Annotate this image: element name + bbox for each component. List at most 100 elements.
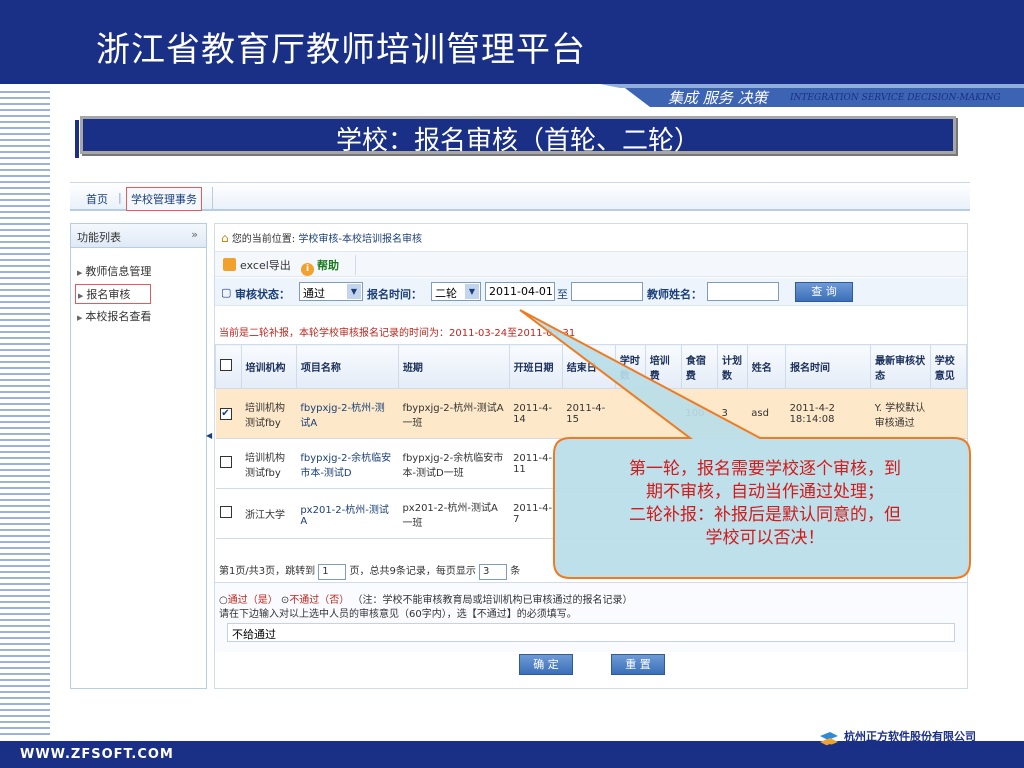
sidebar-header: 功能列表 » [71, 224, 206, 248]
main-content: ⌂ 您的当前位置: 学校审核-本校培训报名审核 excel导出 i 帮助 ▢ 审核… [214, 223, 968, 689]
breadcrumb-path[interactable]: 学校审核-本校培训报名审核 [298, 234, 422, 245]
opinion-input[interactable]: 不给通过 [227, 623, 955, 642]
row-select-cell [215, 438, 242, 489]
help-label: 帮助 [317, 259, 339, 272]
slogan-english: INTEGRATION SERVICE DECISION-MAKING [790, 93, 1001, 103]
cell-project[interactable]: fbypxjg-2-余杭临安市本-测试D [296, 438, 399, 489]
col-header: 姓名 [746, 344, 787, 389]
round-select[interactable]: 二轮 ▼ [431, 282, 481, 301]
cell-org: 培训机构测试fby [241, 438, 297, 489]
time-filter-label: 报名时间： [367, 288, 422, 301]
row-select-cell [215, 488, 242, 539]
arrow-right-icon: ▶ [77, 269, 83, 277]
company-name-cn: 杭州正方软件股份有限公司 [844, 730, 976, 743]
callout-line: 二轮补报：补报后是默认同意的，但 [629, 505, 901, 525]
cell-end: 2011-4-15 [562, 388, 616, 439]
table-header-row: 培训机构 项目名称 班期 开班日期 结束日 学时数 培训费 食宿费 计划数 姓名… [215, 344, 968, 389]
col-header: 最新审核状态 [870, 344, 931, 389]
review-options: ○通过（是） ⊙不通过（否） （注：学校不能审核教育局或培训机构已审核通过的报名… [219, 591, 633, 606]
footer-url: WWW.ZFSOFT.COM [20, 747, 174, 762]
tab-separator: | [118, 191, 122, 204]
cell-start: 2011-4-7 [509, 488, 563, 539]
subtitle-marker [75, 120, 79, 158]
review-panel: ○通过（是） ⊙不通过（否） （注：学校不能审核教育局或培训机构已审核通过的报名… [215, 582, 967, 652]
sidebar-toggle-icon[interactable]: ◀ [206, 431, 212, 440]
status-filter-label: 审核状态： [235, 288, 290, 301]
home-icon: ⌂ [221, 231, 229, 245]
col-header: 班期 [397, 344, 510, 389]
document-icon: ▢ [221, 286, 232, 299]
cell-hours [615, 388, 646, 439]
excel-export-button[interactable]: excel导出 [223, 257, 291, 273]
slide: 浙江省教育厅教师培训管理平台 集成 服务 决策 INTEGRATION SERV… [0, 0, 1024, 768]
review-instruction: 请在下边输入对以上选中人员的审核意见（60字内），选【不通过】的必须填写。 [219, 609, 577, 620]
sidebar: 功能列表 » ▶ 教师信息管理 ▶ 报名审核 ▶ 本校报名查看 [70, 223, 207, 689]
cell-status: Y. 学校默认审核通过 [870, 388, 931, 439]
select-all-header [215, 344, 242, 389]
pager: 第1页/共3页，跳转到 1 页，总共9条记录，每页显示 3 条 [219, 562, 520, 580]
per-page-input[interactable]: 3 [479, 564, 508, 580]
breadcrumb: ⌂ 您的当前位置: 学校审核-本校培训报名审核 [221, 230, 422, 245]
slide-subtitle: 学校：报名审核（首轮、二轮） [335, 126, 700, 156]
sidebar-title: 功能列表 [77, 231, 121, 244]
col-header: 培训机构 [240, 344, 297, 389]
cell-org: 培训机构测试fby [241, 388, 297, 439]
col-header: 报名时间 [785, 344, 872, 389]
confirm-button[interactable]: 确 定 [519, 654, 573, 675]
cell-class: fbypxjg-2-杭州-测试A一班 [398, 388, 510, 439]
callout-text: 第一轮，报名需要学校逐个审核，到 期不审核，自动当作通过处理； 二轮补报：补报后… [560, 458, 970, 550]
date-to-input[interactable] [571, 282, 643, 301]
row-checkbox[interactable] [219, 456, 232, 468]
tab-divider [212, 187, 213, 209]
cell-project[interactable]: fbypxjg-2-杭州-测试A [296, 388, 399, 439]
slogan-text: 集成 服务 决策 [668, 89, 768, 107]
row-checkbox[interactable] [219, 506, 232, 518]
row-select-cell: ✔ [215, 388, 242, 439]
cell-time: 2011-4-2 18:14:08 [785, 388, 871, 439]
platform-title: 浙江省教育厅教师培训管理平台 [96, 30, 586, 70]
reset-button[interactable]: 重 置 [611, 654, 665, 675]
tab-home[interactable]: 首页 [86, 191, 108, 207]
excel-icon [223, 258, 236, 271]
row-checkbox[interactable]: ✔ [219, 407, 232, 420]
status-select-value: 通过 [303, 287, 325, 300]
per-page-suffix: 条 [510, 566, 521, 577]
chevron-down-icon: ▼ [347, 284, 361, 299]
cell-lodging: 100 [681, 388, 718, 439]
chevron-down-icon: ▼ [465, 284, 479, 299]
cell-org: 浙江大学 [241, 488, 297, 539]
subtitle-bar: 学校：报名审核（首轮、二轮） [80, 116, 956, 156]
cell-project[interactable]: px201-2-杭州-测试A [296, 488, 399, 539]
tab-school-affairs[interactable]: 学校管理事务 [126, 187, 202, 211]
filter-bar: ▢ 审核状态： 通过 ▼ 报名时间： 二轮 ▼ 2011-04-01 至 教师姓名：… [215, 278, 967, 306]
cell-opinion [930, 388, 967, 439]
callout-line: 期不审核，自动当作通过处理； [646, 482, 884, 502]
app-window: 首页 | 学校管理事务 功能列表 » ▶ 教师信息管理 ▶ 报名审核 ▶ 本校报名查看… [70, 182, 970, 689]
col-header: 开班日期 [508, 344, 563, 389]
left-decorative-lines [0, 91, 50, 735]
sidebar-item-review[interactable]: ▶ 报名审核 [75, 284, 151, 304]
help-button[interactable]: i 帮助 [301, 257, 339, 276]
table-row[interactable]: ✔ 培训机构测试fby fbypxjg-2-杭州-测试A fbypxjg-2-杭… [215, 388, 967, 439]
teacher-name-input[interactable] [707, 282, 779, 301]
date-from-input[interactable]: 2011-04-01 [485, 282, 555, 301]
round-notice: 当前是二轮补报，本轮学校审核报名记录的时间为：2011-03-24至2011-0… [219, 328, 576, 339]
sidebar-item-teacher-info[interactable]: ▶ 教师信息管理 [75, 262, 153, 280]
arrow-right-icon: ▶ [77, 314, 83, 322]
callout-line: 学校可以否决！ [705, 528, 825, 548]
cell-start: 2011-4-14 [509, 388, 563, 439]
toolbar: excel导出 i 帮助 [215, 251, 967, 277]
sidebar-item-school-registrations[interactable]: ▶ 本校报名查看 [75, 307, 153, 325]
breadcrumb-prefix: 您的当前位置: [231, 234, 296, 245]
query-button[interactable]: 查 询 [795, 282, 853, 302]
collapse-chevron-icon[interactable]: » [191, 228, 198, 241]
company-logo-icon [820, 732, 838, 752]
col-header: 食宿费 [680, 344, 719, 389]
status-select[interactable]: 通过 ▼ [299, 282, 363, 301]
page-jump-input[interactable]: 1 [318, 564, 347, 580]
to-label: 至 [557, 288, 568, 301]
col-header: 项目名称 [295, 344, 399, 389]
select-all-checkbox[interactable] [220, 359, 232, 371]
round-select-value: 二轮 [435, 287, 457, 300]
cell-class: fbypxjg-2-余杭临安市本-测试D一班 [398, 438, 510, 489]
